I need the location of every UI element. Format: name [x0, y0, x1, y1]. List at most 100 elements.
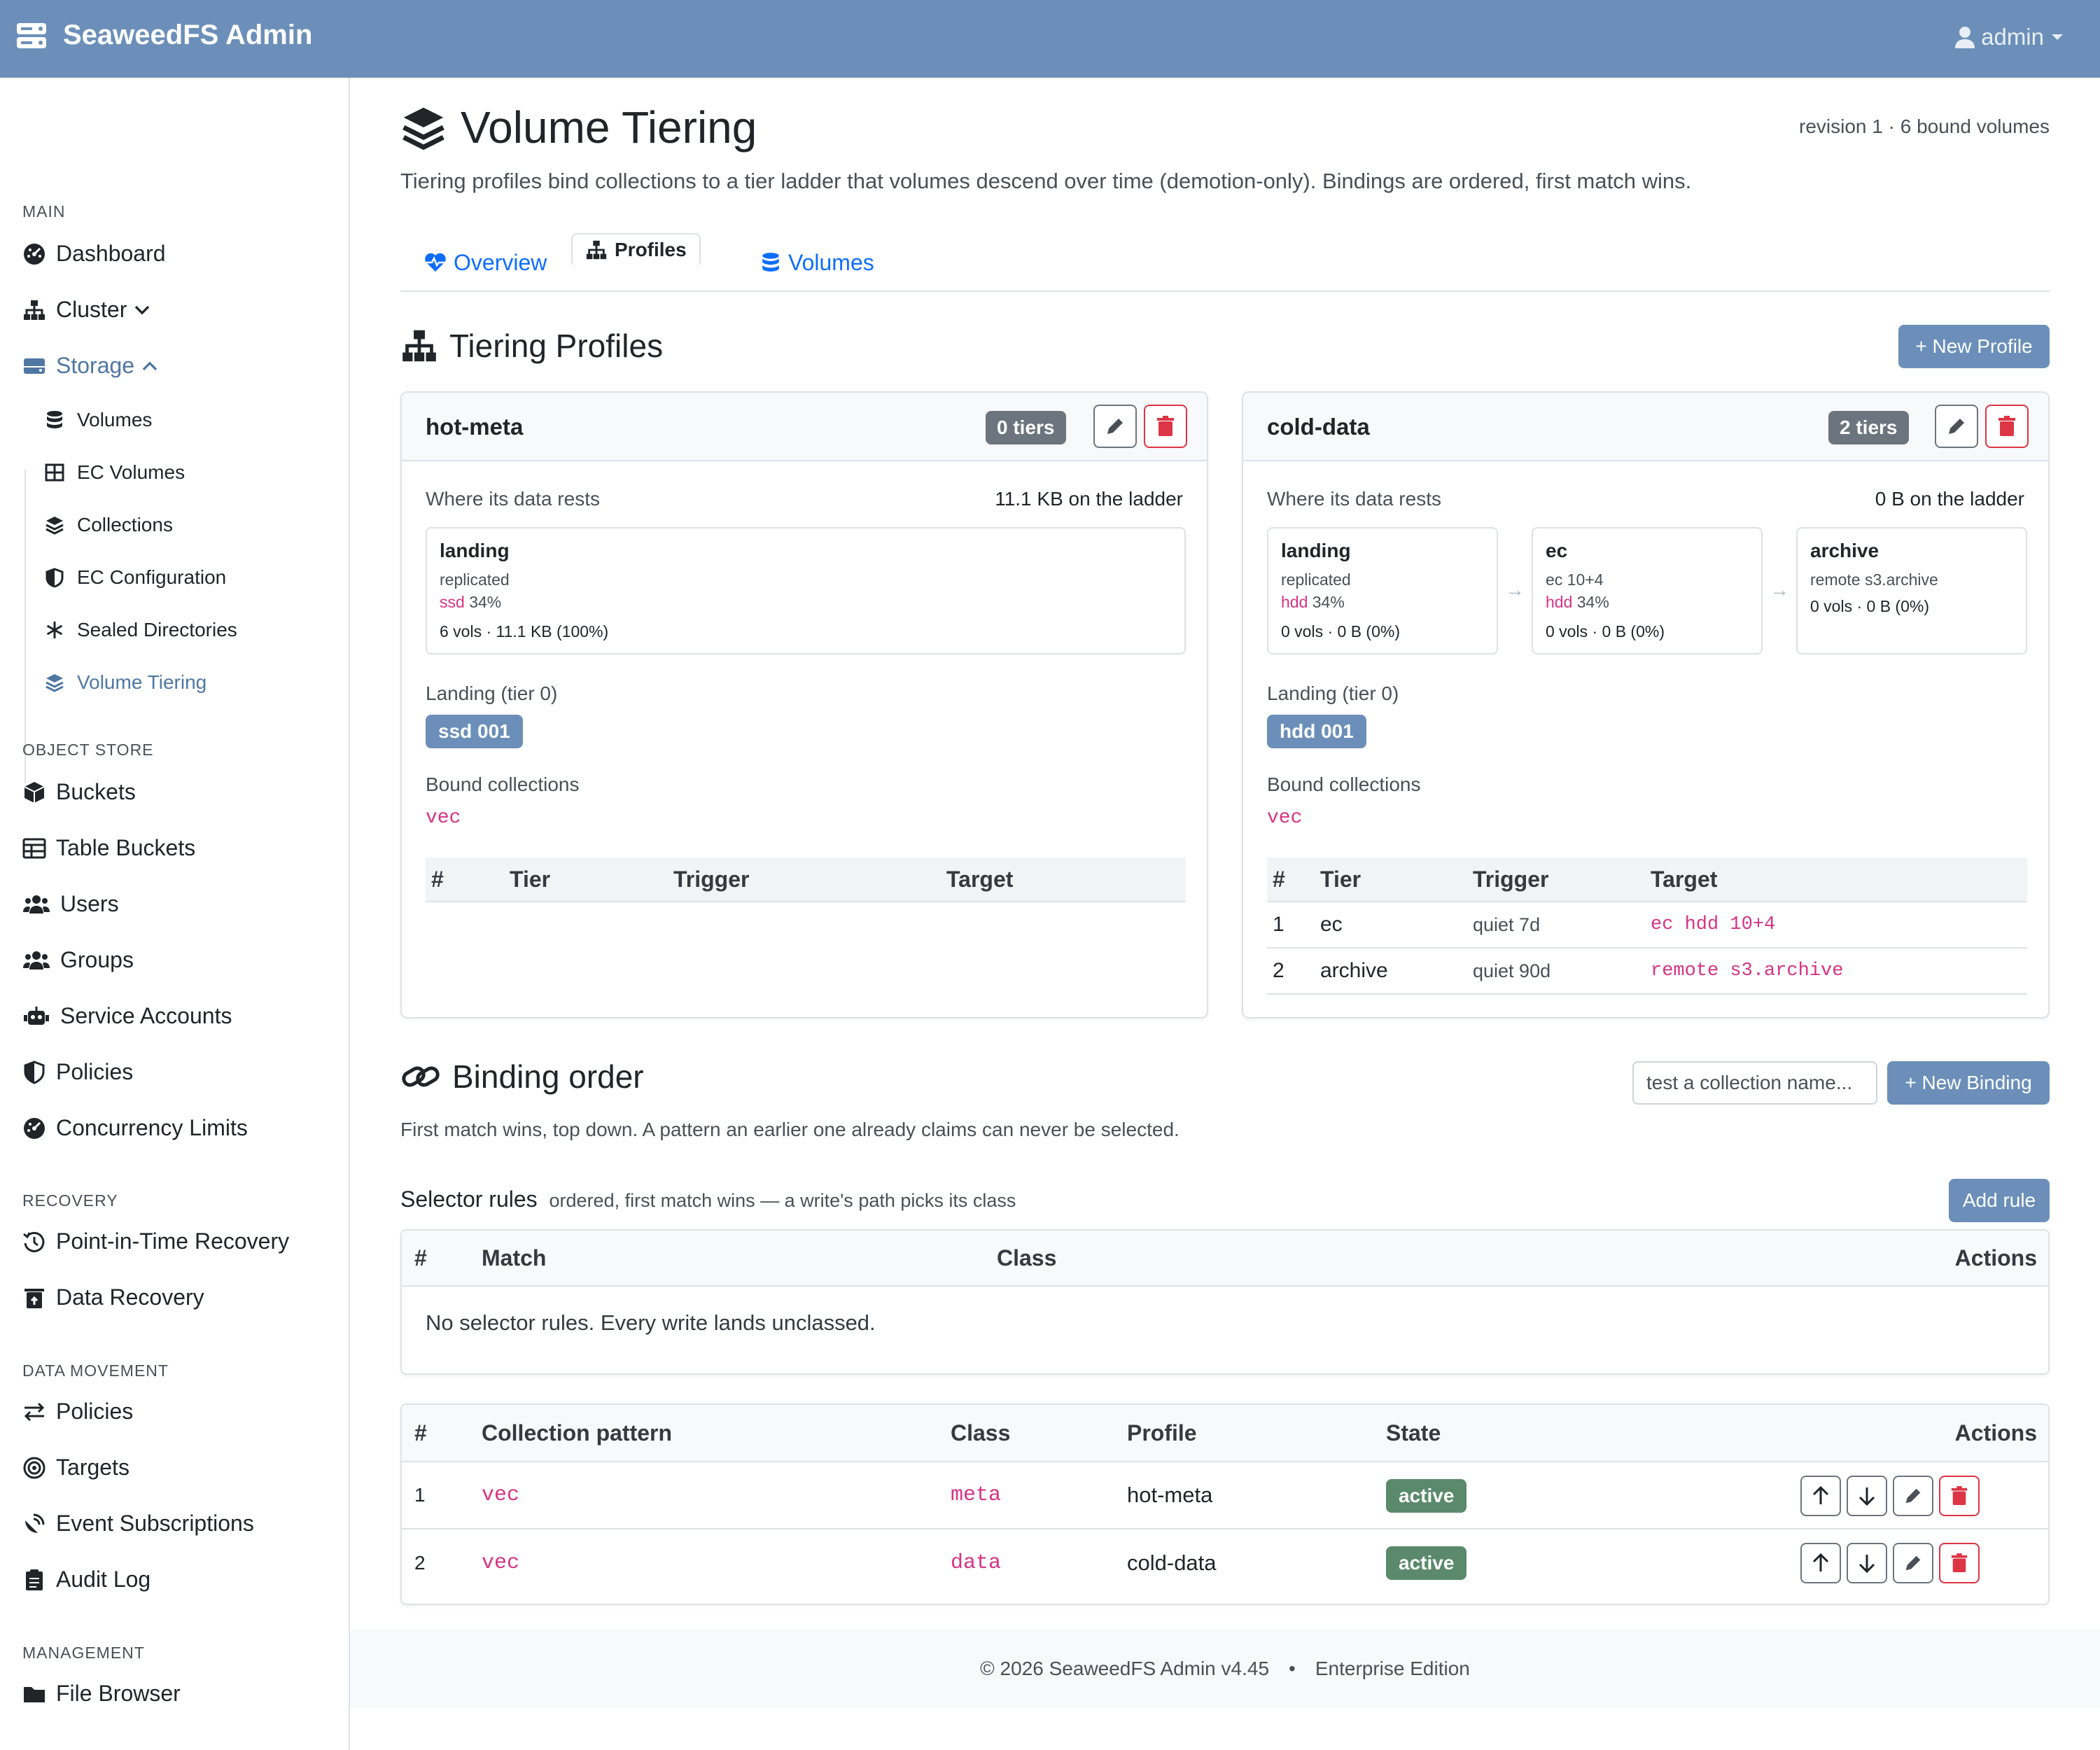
sidebar-label: Event Subscriptions: [56, 1511, 254, 1536]
where-label: Where its data rests: [426, 488, 600, 510]
col-tier: Tier: [1320, 866, 1362, 892]
section-recovery: RECOVERY: [22, 1191, 118, 1210]
server-icon: [17, 22, 46, 48]
sidebar-item-audit-log[interactable]: Audit Log: [22, 1567, 150, 1592]
move-up-button[interactable]: [1800, 1476, 1841, 1516]
sidebar-item-event-subscriptions[interactable]: Event Subscriptions: [22, 1511, 254, 1536]
row-num: 2: [1273, 959, 1284, 982]
move-up-button[interactable]: [1800, 1543, 1841, 1583]
sidebar-item-storage[interactable]: Storage: [22, 353, 169, 379]
tier-stats: 6 vols · 11.1 KB (100%): [440, 622, 609, 640]
add-rule-button[interactable]: Add rule: [1949, 1179, 2050, 1222]
selector-title-text: Selector rules: [400, 1186, 538, 1212]
sidebar-label: Volumes: [77, 409, 153, 430]
selector-rules-table: # Match Class Actions No selector rules.…: [400, 1229, 2050, 1375]
row-trigger: quiet 7d: [1473, 913, 1541, 935]
new-profile-button[interactable]: + New Profile: [1898, 325, 2050, 368]
sidebar-item-ec-configuration[interactable]: EC Configuration: [45, 566, 226, 589]
move-down-button[interactable]: [1847, 1476, 1887, 1516]
section-management: MANAGEMENT: [22, 1644, 145, 1662]
delete-binding-button[interactable]: [1939, 1543, 1980, 1583]
profile-name: hot-meta: [426, 414, 524, 440]
edit-binding-button[interactable]: [1893, 1476, 1933, 1516]
card-header: hot-meta 0 tiers: [402, 393, 1207, 461]
shield-half-icon: [46, 568, 64, 587]
tab-overview[interactable]: Overview: [400, 233, 570, 292]
where-label: Where its data rests: [1267, 488, 1441, 510]
sidebar-label: Targets: [56, 1455, 130, 1480]
arrow-down-icon: [1858, 1555, 1875, 1573]
sidebar-item-targets[interactable]: Targets: [22, 1455, 130, 1480]
sidebar-item-groups[interactable]: Groups: [22, 947, 134, 973]
sidebar-label: Audit Log: [56, 1567, 151, 1592]
gauge-icon: [24, 243, 45, 265]
row-tier: archive: [1320, 959, 1388, 982]
user-menu[interactable]: admin: [1954, 24, 2071, 50]
tier-stats: 0 vols · 0 B (0%): [1281, 622, 1400, 640]
sidebar-item-volumes[interactable]: Volumes: [45, 409, 152, 431]
sidebar-item-file-browser[interactable]: File Browser: [22, 1681, 181, 1707]
selector-subtitle: ordered, first match wins — a write's pa…: [549, 1190, 1016, 1211]
delete-profile-button[interactable]: [1985, 405, 2029, 448]
sidebar-item-dashboard[interactable]: Dashboard: [22, 241, 166, 267]
user-icon: [1955, 27, 1975, 48]
sidebar-item-table-buckets[interactable]: Table Buckets: [22, 835, 195, 861]
edit-binding-button[interactable]: [1893, 1543, 1933, 1583]
sidebar-item-dm-policies[interactable]: Policies: [22, 1399, 133, 1424]
sidebar-item-ec-volumes[interactable]: EC Volumes: [45, 461, 185, 484]
sidebar-item-pitr[interactable]: Point-in-Time Recovery: [22, 1228, 289, 1254]
col-profile: Profile: [1127, 1420, 1197, 1446]
top-navbar: SeaweedFS Admin admin: [0, 0, 2100, 78]
move-down-button[interactable]: [1847, 1543, 1887, 1583]
sidebar-label: Concurrency Limits: [56, 1115, 248, 1140]
tab-label: Overview: [454, 249, 547, 275]
tier-box-landing: landing replicated hdd 34% 0 vols · 0 B …: [1267, 527, 1498, 654]
edit-profile-button[interactable]: [1935, 405, 1978, 448]
sidebar-item-concurrency-limits[interactable]: Concurrency Limits: [22, 1115, 248, 1141]
sidebar-item-collections[interactable]: Collections: [45, 514, 173, 536]
sidebar-label: Sealed Directories: [77, 619, 237, 640]
col-num: #: [431, 866, 444, 892]
bound-collection: vec: [1267, 807, 1303, 829]
tier-disk: hdd 34%: [1281, 593, 1345, 612]
new-binding-button[interactable]: + New Binding: [1887, 1061, 2050, 1105]
tier-box-landing: landing replicated ssd 34% 6 vols · 11.1…: [426, 527, 1186, 654]
sidebar-item-sealed-directories[interactable]: Sealed Directories: [45, 619, 237, 641]
brand[interactable]: SeaweedFS Admin: [15, 20, 312, 51]
test-collection-input[interactable]: test a collection name...: [1632, 1061, 1877, 1105]
delete-profile-button[interactable]: [1144, 405, 1187, 448]
selector-table-header: # Match Class Actions: [402, 1231, 2048, 1287]
trash-icon: [1951, 1553, 1968, 1572]
col-trigger: Trigger: [1473, 866, 1549, 892]
pencil-icon: [1905, 1488, 1921, 1504]
sidebar-label: Point-in-Time Recovery: [56, 1228, 290, 1254]
tab-bar: Overview Profiles Volumes: [400, 233, 2050, 292]
sidebar-item-cluster[interactable]: Cluster: [22, 297, 162, 323]
row-num: 1: [1273, 913, 1284, 936]
pencil-icon: [1107, 419, 1123, 434]
tab-volumes[interactable]: Volumes: [736, 233, 898, 292]
users-icon: [23, 895, 50, 913]
row-pattern: vec: [482, 1483, 520, 1507]
row-class: meta: [951, 1483, 1002, 1507]
footer-separator: •: [1289, 1658, 1296, 1679]
tab-label: Volumes: [788, 249, 874, 275]
disk-type: hdd: [1546, 593, 1573, 611]
edit-profile-button[interactable]: [1093, 405, 1137, 448]
sidebar-item-buckets[interactable]: Buckets: [22, 779, 136, 805]
chevron-down-icon: [135, 305, 150, 314]
sidebar-item-users[interactable]: Users: [22, 891, 119, 917]
tab-profiles[interactable]: Profiles: [571, 233, 701, 267]
section-object-store: OBJECT STORE: [22, 741, 154, 759]
binding-note: First match wins, top down. A pattern an…: [400, 1119, 1180, 1140]
delete-binding-button[interactable]: [1939, 1476, 1980, 1516]
sidebar-item-policies[interactable]: Policies: [22, 1059, 133, 1085]
landing-disk-badge: ssd 001: [426, 715, 523, 748]
sidebar-item-data-recovery[interactable]: Data Recovery: [22, 1284, 204, 1310]
tier-count-badge: 2 tiers: [1828, 411, 1909, 444]
disk-type: hdd: [1281, 593, 1308, 611]
profiles-heading-text: Tiering Profiles: [449, 328, 664, 364]
sidebar-item-volume-tiering[interactable]: Volume Tiering: [45, 671, 206, 694]
sidebar-item-service-accounts[interactable]: Service Accounts: [22, 1003, 232, 1029]
bound-collection: vec: [426, 807, 461, 829]
